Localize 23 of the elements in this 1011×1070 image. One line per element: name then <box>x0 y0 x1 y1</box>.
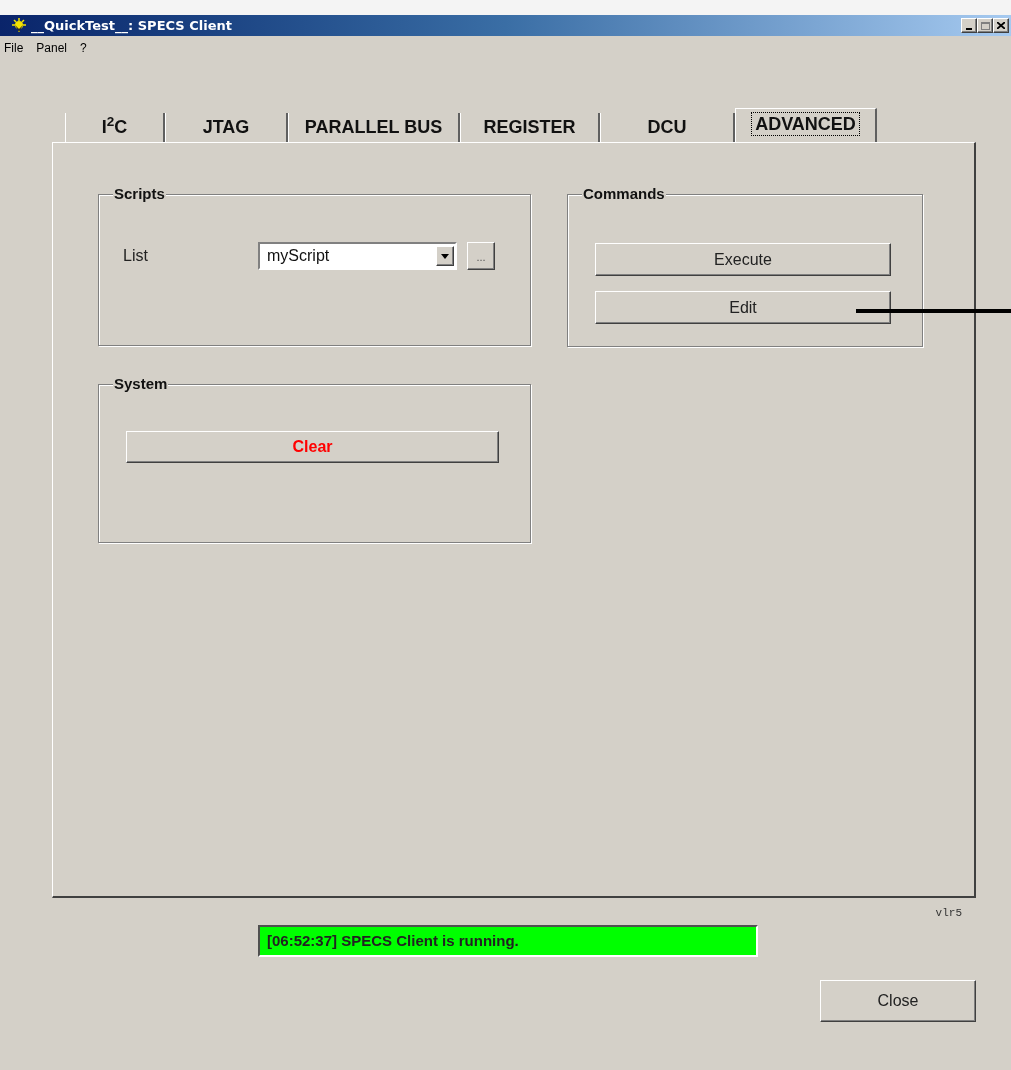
tab[interactable]: ADVANCED <box>735 108 877 142</box>
tab[interactable]: DCU <box>600 113 735 142</box>
minimize-button[interactable] <box>961 18 977 33</box>
tab[interactable]: PARALLEL BUS <box>288 113 460 142</box>
status-message: [06:52:37] SPECS Client is running. <box>267 930 519 951</box>
menu-item[interactable]: Panel <box>36 38 68 57</box>
version-label: vlr5 <box>935 906 962 921</box>
maximize-button[interactable] <box>977 18 993 33</box>
command-button[interactable]: Edit <box>595 291 891 324</box>
app-icon <box>10 17 28 34</box>
list-label: List <box>123 246 149 266</box>
script-dropdown[interactable]: myScript <box>258 242 457 270</box>
command-button[interactable]: Execute <box>595 243 891 276</box>
browse-button[interactable]: ... <box>467 242 495 270</box>
close-icon[interactable] <box>993 18 1009 33</box>
menu-item[interactable]: File <box>4 38 24 57</box>
group-title: Scripts <box>113 185 166 203</box>
close-button[interactable]: Close <box>820 980 976 1022</box>
menu-item[interactable]: ? <box>80 38 87 57</box>
tab[interactable]: I$^{2}$C <box>65 113 165 142</box>
window-title: __QuickTest__: SPECS Client <box>31 16 232 36</box>
tab[interactable]: JTAG <box>165 113 288 142</box>
tab[interactable]: REGISTER <box>460 113 600 142</box>
